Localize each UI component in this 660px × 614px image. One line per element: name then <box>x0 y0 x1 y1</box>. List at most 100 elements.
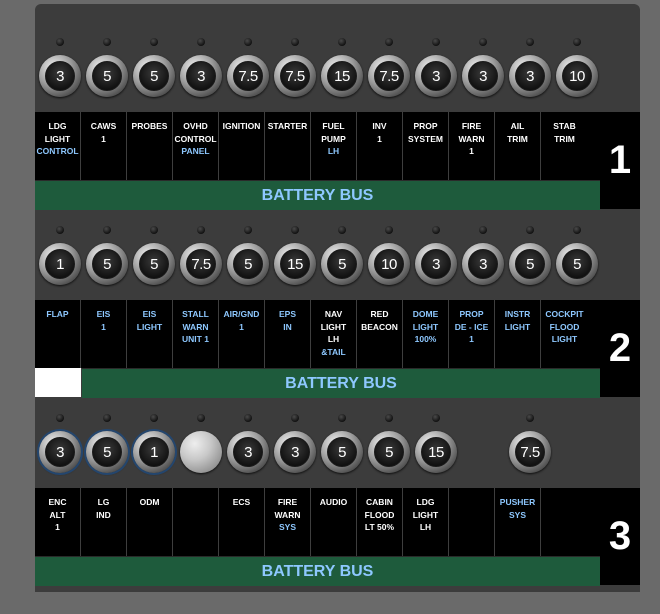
indicator-light <box>338 226 346 234</box>
label-line: INV <box>372 121 387 131</box>
indicator-light <box>432 38 440 46</box>
label-line: FIRE <box>277 497 298 507</box>
breaker-rating: 5 <box>327 437 357 467</box>
label-line-blue: LIGHT <box>136 321 163 332</box>
breaker-rating: 3 <box>280 437 310 467</box>
breaker-rating: 5 <box>515 249 545 279</box>
breaker-rating: 7.5 <box>374 61 404 91</box>
circuit-breaker-button[interactable]: 3 <box>39 55 81 97</box>
circuit-breaker-button[interactable]: 5 <box>321 243 363 285</box>
indicator-light <box>526 414 534 422</box>
label-line-blue: FLOOD <box>549 321 580 332</box>
circuit-breaker-button[interactable]: 5 <box>368 431 410 473</box>
circuit-breaker-button[interactable]: 1 <box>133 431 175 473</box>
indicator-light <box>479 38 487 46</box>
circuit-breaker-button[interactable]: 5 <box>86 55 128 97</box>
indicator-light <box>432 414 440 422</box>
breaker-label: LDG LIGHT LH <box>403 488 449 556</box>
breaker-rating: 10 <box>374 249 404 279</box>
breaker-rating: 3 <box>421 249 451 279</box>
circuit-breaker-button[interactable]: 7.5 <box>368 55 410 97</box>
circuit-breaker-button[interactable]: 3 <box>227 431 269 473</box>
circuit-breaker-button[interactable]: 15 <box>415 431 457 473</box>
breaker-rating: 15 <box>327 61 357 91</box>
circuit-breaker-button[interactable]: 10 <box>368 243 410 285</box>
label-line: STARTER <box>267 121 308 131</box>
breaker-labels: ENC ALT 1 LG IND ODM ECS FIRE WARN SYS AUDIO CABIN F… <box>35 488 600 556</box>
circuit-breaker-button[interactable]: 3 <box>274 431 316 473</box>
circuit-breaker-button[interactable]: 5 <box>133 55 175 97</box>
circuit-breaker-button[interactable]: 5 <box>86 431 128 473</box>
circuit-breaker-button[interactable]: 1 <box>39 243 81 285</box>
label-line: PROP <box>413 121 438 131</box>
breaker-rating: 5 <box>139 249 169 279</box>
breaker-label: LDG LIGHT CONTROL <box>35 112 81 180</box>
circuit-breaker-button[interactable]: 5 <box>509 243 551 285</box>
breaker-rating: 3 <box>515 61 545 91</box>
circuit-breaker-button[interactable]: 10 <box>556 55 598 97</box>
label-line: PROBES <box>131 121 168 131</box>
circuit-breaker-button[interactable]: 5 <box>227 243 269 285</box>
label-line-blue: FLAP <box>46 309 69 319</box>
indicator-light <box>526 38 534 46</box>
bus-label: BATTERY BUS <box>82 368 600 398</box>
breaker-rating: 5 <box>233 249 263 279</box>
label-line: WARN <box>274 509 301 520</box>
indicator-light <box>338 414 346 422</box>
row-number: 2 <box>600 300 640 397</box>
indicator-light <box>103 414 111 422</box>
label-line-blue: COCKPIT <box>545 309 584 319</box>
breaker-label: FUEL PUMP LH <box>311 112 357 180</box>
circuit-breaker-button[interactable]: 5 <box>86 243 128 285</box>
row-number: 1 <box>600 112 640 209</box>
circuit-breaker-button[interactable]: 3 <box>415 55 457 97</box>
breaker-rating: 1 <box>45 249 75 279</box>
circuit-breaker-button[interactable]: 7.5 <box>509 431 551 473</box>
label-line: ENC <box>48 497 67 507</box>
label-line-blue: AIR/GND <box>223 309 260 319</box>
circuit-breaker-button[interactable]: 3 <box>462 243 504 285</box>
breaker-rating: 15 <box>421 437 451 467</box>
circuit-breaker-button[interactable]: 3 <box>462 55 504 97</box>
breaker-row-3: 3 5 1 3 3 5 5 15 7.5 ENC ALT 1 LG IND ODM ECS FIRE WARN SY… <box>35 414 640 614</box>
circuit-breaker-button[interactable]: 15 <box>321 55 363 97</box>
circuit-breaker-button[interactable]: 7.5 <box>180 243 222 285</box>
breaker-label: LG IND <box>81 488 127 556</box>
circuit-breaker-button[interactable]: 3 <box>39 431 81 473</box>
label-line: IGNITION <box>222 121 261 131</box>
label-line-blue: &TAIL <box>321 346 346 357</box>
circuit-breaker-button[interactable] <box>180 431 222 473</box>
indicator-light <box>197 38 205 46</box>
circuit-breaker-button[interactable]: 3 <box>180 55 222 97</box>
indicator-light <box>150 38 158 46</box>
label-line: RED <box>370 309 389 319</box>
label-line: LDG <box>416 497 435 507</box>
circuit-breaker-button[interactable]: 3 <box>415 243 457 285</box>
circuit-breaker-button[interactable]: 5 <box>556 243 598 285</box>
breaker-rating: 15 <box>280 249 310 279</box>
breaker-label: NAV LIGHT LH &TAIL <box>311 300 357 368</box>
bus-label: BATTERY BUS <box>35 180 600 210</box>
circuit-breaker-button[interactable]: 7.5 <box>274 55 316 97</box>
indicator-light <box>150 226 158 234</box>
breaker-label: STARTER <box>265 112 311 180</box>
label-line-blue: DE - ICE <box>454 321 489 332</box>
circuit-breaker-button[interactable]: 7.5 <box>227 55 269 97</box>
breaker-label: OVHD CONTROL PANEL <box>173 112 219 180</box>
circuit-breaker-button[interactable]: 3 <box>509 55 551 97</box>
breaker-rating: 7.5 <box>233 61 263 91</box>
breaker-label: IGNITION <box>219 112 265 180</box>
label-line-blue: 100% <box>414 334 437 344</box>
breaker-label: FLAP <box>35 300 81 368</box>
label-line: 1 <box>377 133 382 144</box>
circuit-breaker-button[interactable]: 5 <box>133 243 175 285</box>
label-line-blue: LIGHT <box>551 334 578 344</box>
circuit-breaker-button[interactable]: 15 <box>274 243 316 285</box>
circuit-breaker-button[interactable]: 5 <box>321 431 363 473</box>
indicator-light <box>291 414 299 422</box>
label-line-blue: PANEL <box>181 146 210 156</box>
label-line-blue: LIGHT <box>412 321 439 332</box>
breaker-label: CAWS 1 <box>81 112 127 180</box>
label-line-blue: EIS <box>142 309 157 319</box>
breaker-rating: 7.5 <box>280 61 310 91</box>
